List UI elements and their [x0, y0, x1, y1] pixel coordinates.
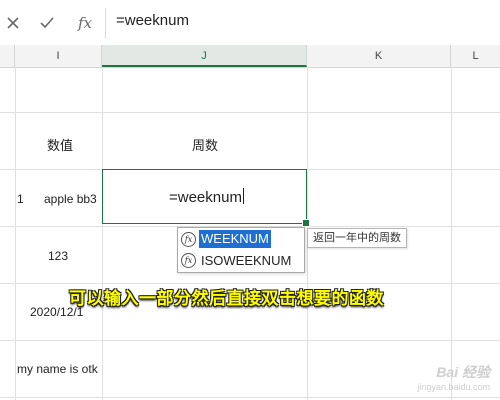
insert-function-button[interactable]: fx	[74, 12, 96, 34]
autocomplete-item-label: ISOWEEKNUM	[201, 252, 292, 268]
formula-input[interactable]: =weeknum	[116, 12, 189, 29]
function-icon: fx	[181, 252, 196, 268]
cell-j-header[interactable]: 周数	[192, 135, 218, 154]
function-tooltip: 返回一年中的周数	[307, 228, 407, 248]
check-icon[interactable]	[36, 12, 58, 34]
grid-line	[0, 112, 500, 113]
autocomplete-item-weeknum[interactable]: fx WEEKNUM	[179, 229, 303, 249]
instruction-caption: 可以输入一部分然后直接双击想要的函数	[69, 289, 384, 308]
cell-i-row2[interactable]: 123	[48, 249, 68, 263]
cancel-icon[interactable]	[2, 12, 24, 34]
grid-line	[0, 397, 500, 398]
row-header-corner[interactable]	[0, 45, 15, 67]
grid-line	[0, 340, 500, 341]
autocomplete-item-isoweeknum[interactable]: fx ISOWEEKNUM	[179, 250, 303, 270]
column-header-k[interactable]: K	[307, 45, 451, 67]
column-header-row: I J K L	[0, 45, 500, 68]
cell-i-row1[interactable]: apple bb3	[44, 192, 97, 206]
grid-line	[15, 67, 16, 400]
function-icon: fx	[181, 231, 196, 247]
formula-bar-divider	[105, 8, 106, 38]
grid-line	[451, 67, 452, 400]
watermark: Bai 经验 jingyan.baidu.com	[417, 362, 490, 392]
active-cell-text: =weeknum	[169, 188, 244, 206]
column-header-j[interactable]: J	[102, 45, 307, 67]
watermark-logo: Bai 经验	[436, 364, 490, 380]
column-header-i[interactable]: I	[15, 45, 102, 67]
formula-bar: fx =weeknum	[0, 0, 500, 46]
cell-i-header[interactable]: 数值	[47, 135, 73, 154]
grid-line	[102, 67, 103, 400]
text-caret	[242, 188, 244, 204]
fill-handle[interactable]	[302, 219, 310, 227]
watermark-url: jingyan.baidu.com	[417, 382, 490, 392]
row-number: 1	[17, 192, 24, 206]
column-header-l[interactable]: L	[451, 45, 500, 67]
autocomplete-item-label: WEEKNUM	[199, 230, 271, 248]
cell-i-row4[interactable]: my name is otk	[17, 362, 98, 376]
function-autocomplete-list: fx WEEKNUM fx ISOWEEKNUM	[177, 227, 305, 273]
